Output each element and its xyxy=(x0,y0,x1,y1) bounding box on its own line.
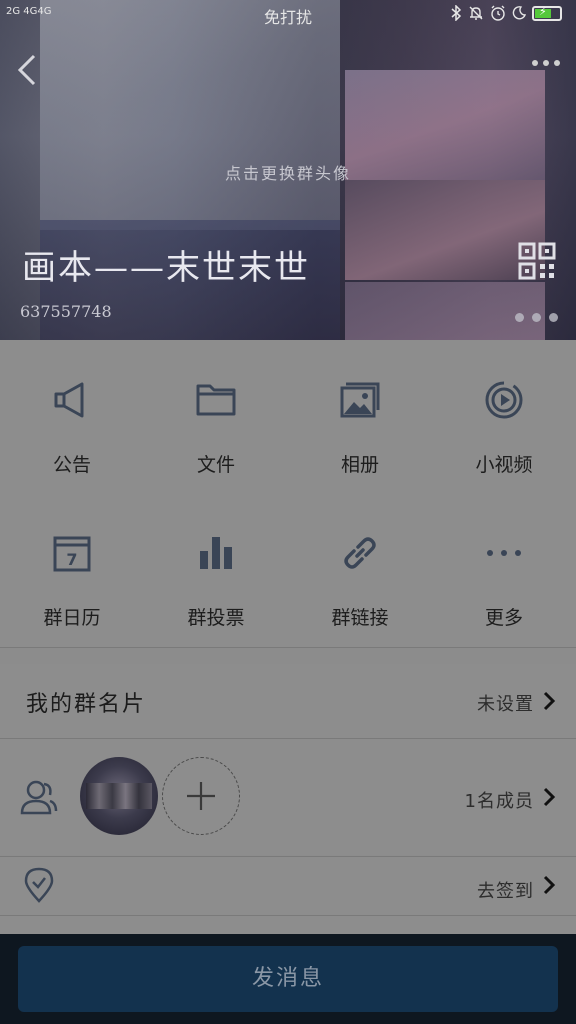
moon-icon xyxy=(512,6,526,20)
more-options-icon[interactable] xyxy=(532,60,560,66)
grid-item-short-video[interactable]: 小视频 xyxy=(432,340,576,490)
sign-in-label: 去签到 xyxy=(477,881,534,902)
megaphone-icon xyxy=(54,382,84,418)
status-bar: 2G 4G4G 免打扰 ⚡ xyxy=(0,0,576,30)
back-icon[interactable] xyxy=(10,50,44,90)
vote-chart-icon xyxy=(200,537,232,569)
group-card-title: 我的群名片 xyxy=(26,692,147,717)
grid-item-album[interactable]: 相册 xyxy=(288,340,432,490)
grid-label: 群链接 xyxy=(331,607,389,629)
grid-label: 群日历 xyxy=(43,607,101,629)
plus-icon xyxy=(187,782,215,810)
group-card-row[interactable]: 我的群名片 未设置 xyxy=(0,664,576,738)
grid-label: 小视频 xyxy=(475,454,533,476)
grid-item-announcement[interactable]: 公告 xyxy=(0,340,144,490)
member-count: 1名成员 xyxy=(464,791,534,812)
cover-photo-right-3 xyxy=(345,282,545,340)
grid-item-link[interactable]: 群链接 xyxy=(288,493,432,643)
group-name: 画本——末世末世 xyxy=(22,248,310,288)
chevron-right-icon xyxy=(543,787,556,807)
grid-label: 文件 xyxy=(196,454,235,476)
grid-item-vote[interactable]: 群投票 xyxy=(144,493,288,643)
more-icon xyxy=(487,550,521,556)
link-icon xyxy=(344,537,376,569)
chevron-right-icon xyxy=(543,691,556,711)
calendar-day: 7 xyxy=(66,550,77,569)
battery-icon: ⚡ xyxy=(532,5,562,21)
alarm-icon xyxy=(491,5,505,21)
grid-item-more[interactable]: 更多 xyxy=(432,493,576,643)
grid-label: 更多 xyxy=(484,607,523,629)
grid-label: 群投票 xyxy=(187,607,245,629)
video-icon xyxy=(485,381,523,419)
grid-item-calendar[interactable]: 7 群日历 xyxy=(0,493,144,643)
location-check-icon xyxy=(24,867,54,903)
bluetooth-icon xyxy=(451,5,462,21)
spacer xyxy=(0,916,576,934)
change-avatar-link[interactable]: 点击更换群头像 xyxy=(0,160,576,184)
photo-album-icon xyxy=(340,382,380,418)
mute-icon xyxy=(469,6,483,20)
grid-item-files[interactable]: 文件 xyxy=(144,340,288,490)
add-member-button[interactable] xyxy=(162,757,240,835)
group-id: 637557748 xyxy=(20,302,112,321)
grid-label: 相册 xyxy=(340,454,379,476)
qr-code-icon[interactable] xyxy=(518,242,556,280)
status-icons: ⚡ xyxy=(450,5,562,21)
folder-icon xyxy=(196,384,236,416)
section-divider xyxy=(0,647,576,648)
cover-photo-left xyxy=(40,0,340,230)
grid-label: 公告 xyxy=(52,454,91,476)
cover-photo-right-2 xyxy=(345,180,545,280)
send-message-button[interactable]: 发消息 xyxy=(18,946,558,1012)
member-avatar[interactable] xyxy=(80,757,158,835)
sign-in-row[interactable]: 去签到 xyxy=(0,857,576,915)
feature-grid: 公告 文件 相册 小视频 7 群日历 群投票 群链接 更多 xyxy=(0,340,576,647)
cover-page-indicator xyxy=(515,313,558,322)
bottom-bar: 发消息 xyxy=(0,934,576,1024)
chevron-right-icon xyxy=(543,875,556,895)
calendar-icon: 7 xyxy=(53,536,91,572)
group-cover[interactable]: 2G 4G4G 免打扰 ⚡ 点击更换群头像 画本——末世末世 637557748 xyxy=(0,0,576,340)
members-row[interactable]: 1名成员 xyxy=(0,739,576,855)
group-card-value: 未设置 xyxy=(477,694,534,715)
members-icon xyxy=(20,780,58,815)
